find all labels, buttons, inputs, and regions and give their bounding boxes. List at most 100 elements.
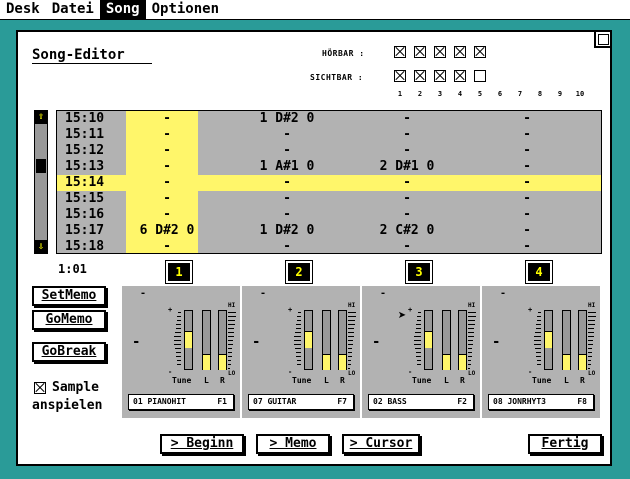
tune-fader[interactable] xyxy=(544,310,553,370)
hoerbar-checkbox-5[interactable] xyxy=(474,46,486,58)
arrow-down-icon[interactable]: ⇩ xyxy=(34,240,48,254)
instrument-name: 08 JONRHYT3 xyxy=(493,397,546,406)
sichtbar-checkbox-1[interactable] xyxy=(394,70,406,82)
menu-datei[interactable]: Datei xyxy=(46,0,100,19)
minus-label: - xyxy=(168,368,173,376)
channel-cell: - xyxy=(523,127,531,142)
tune-label: Tune xyxy=(172,376,192,385)
sichtbar-checkbox-2[interactable] xyxy=(414,70,426,82)
memo-button[interactable]: > Memo xyxy=(256,434,330,454)
left-fader[interactable] xyxy=(322,310,331,370)
channel-1-badge[interactable]: 1 xyxy=(165,260,193,284)
pattern-row[interactable]: 15:18 - - - - xyxy=(57,239,601,254)
right-fader[interactable] xyxy=(578,310,587,370)
row-position: 15:14 xyxy=(65,175,105,190)
setmemo-button[interactable]: SetMemo xyxy=(32,286,106,306)
channel-cell: 2 C#2 0 xyxy=(379,223,435,238)
instrument-field[interactable]: 02 BASS F2 xyxy=(368,394,474,410)
hoerbar-checkbox-4[interactable] xyxy=(454,46,466,58)
track-number: 10 xyxy=(575,90,585,98)
left-fader[interactable] xyxy=(202,310,211,370)
track-number: 9 xyxy=(557,90,563,98)
mixer-dash: - xyxy=(140,288,147,299)
channel-3-badge[interactable]: 3 xyxy=(405,260,433,284)
mixer-dash: - xyxy=(372,334,381,350)
pattern-row[interactable]: 15:13 - 1 A#1 0 2 D#1 0 - xyxy=(57,159,601,175)
scroll-thumb[interactable] xyxy=(36,159,46,173)
channel-cell: - xyxy=(283,239,291,254)
sichtbar-checkbox-4[interactable] xyxy=(454,70,466,82)
window-fuller-icon[interactable] xyxy=(594,30,612,48)
mixer-dash: - xyxy=(260,288,267,299)
instrument-field[interactable]: 01 PIANOHIT F1 xyxy=(128,394,234,410)
plus-label: + xyxy=(288,306,293,314)
hoerbar-checkbox-3[interactable] xyxy=(434,46,446,58)
row-position: 15:10 xyxy=(65,111,105,126)
left-fader[interactable] xyxy=(442,310,451,370)
song-pattern-grid[interactable]: 15:10-1 D#2 0- -15:11- - - -15:12- - - -15:13-1… xyxy=(56,110,602,254)
pattern-row[interactable]: 15:11 - - - - xyxy=(57,127,601,143)
hoerbar-checkbox-2[interactable] xyxy=(414,46,426,58)
row-position: 15:12 xyxy=(65,143,105,158)
tune-label: Tune xyxy=(412,376,432,385)
plus-label: + xyxy=(168,306,173,314)
cursor-button[interactable]: > Cursor xyxy=(342,434,420,454)
arrow-up-icon[interactable]: ⇧ xyxy=(34,110,48,124)
tune-fader[interactable] xyxy=(424,310,433,370)
hi-label: HI xyxy=(588,302,596,309)
beginn-button[interactable]: > Beginn xyxy=(160,434,244,454)
left-fader[interactable] xyxy=(562,310,571,370)
right-fader[interactable] xyxy=(458,310,467,370)
gomemo-button[interactable]: GoMemo xyxy=(32,310,106,330)
sample-checkbox[interactable] xyxy=(34,382,46,394)
mixer-dash: - xyxy=(252,334,261,350)
minus-label: - xyxy=(408,368,413,376)
menu-optionen[interactable]: Optionen xyxy=(146,0,225,19)
right-fader[interactable] xyxy=(218,310,227,370)
sichtbar-checkbox-3[interactable] xyxy=(434,70,446,82)
mixer-dash: - xyxy=(132,334,141,350)
row-position: 15:17 xyxy=(65,223,105,238)
pattern-row[interactable]: 15:15 - - - - xyxy=(57,191,601,207)
function-key: F7 xyxy=(337,397,347,406)
hi-label: HI xyxy=(228,302,236,309)
song-editor-window: Song-Editor HÖRBAR : SICHTBAR : 1 2 3 4 5 6 7 8… xyxy=(16,30,612,466)
tune-fader[interactable] xyxy=(304,310,313,370)
pattern-row[interactable]: 15:12 - - - - xyxy=(57,143,601,159)
right-fader[interactable] xyxy=(338,310,347,370)
pattern-row[interactable]: 15:17 6 D#2 0 1 D#2 0 2 C#2 0 - xyxy=(57,223,601,239)
instrument-field[interactable]: 07 GUITAR F7 xyxy=(248,394,354,410)
track-number: 6 xyxy=(497,90,503,98)
menu-song[interactable]: Song xyxy=(99,0,146,19)
track-number: 2 xyxy=(417,90,423,98)
channel-cell: - xyxy=(163,143,171,158)
instrument-field[interactable]: 08 JONRHYT3 F8 xyxy=(488,394,594,410)
plus-label: + xyxy=(528,306,533,314)
channel-2-badge[interactable]: 2 xyxy=(285,260,313,284)
hoerbar-checkbox-1[interactable] xyxy=(394,46,406,58)
pattern-row[interactable]: 15:10 - 1 D#2 0 - - xyxy=(57,111,601,127)
channel-cell: - xyxy=(163,127,171,142)
channel-cell: - xyxy=(163,207,171,222)
pattern-row[interactable]: 15:14 - - - - xyxy=(57,175,601,191)
track-number: 7 xyxy=(517,90,523,98)
row-position: 15:18 xyxy=(65,239,105,254)
sichtbar-checkbox-5[interactable] xyxy=(474,70,486,82)
mixer-dash: - xyxy=(492,334,501,350)
channel-cell: - xyxy=(163,159,171,174)
menu-bar: Desk Datei Song Optionen xyxy=(0,0,630,20)
lo-label: LO xyxy=(348,370,356,377)
tune-fader[interactable] xyxy=(184,310,193,370)
pattern-row[interactable]: 15:16 - - - - xyxy=(57,207,601,223)
channel-cell: - xyxy=(163,239,171,254)
channel-cell: - xyxy=(403,239,411,254)
channel-4-badge[interactable]: 4 xyxy=(525,260,553,284)
channel-cell: - xyxy=(283,207,291,222)
channel-cell: - xyxy=(283,127,291,142)
fertig-button[interactable]: Fertig xyxy=(528,434,602,454)
hoerbar-label: HÖRBAR : xyxy=(322,49,365,58)
menu-desk[interactable]: Desk xyxy=(0,0,46,19)
pattern-scrollbar[interactable]: ⇧ ⇩ xyxy=(34,110,48,254)
hi-label: HI xyxy=(348,302,356,309)
gobreak-button[interactable]: GoBreak xyxy=(32,342,106,362)
